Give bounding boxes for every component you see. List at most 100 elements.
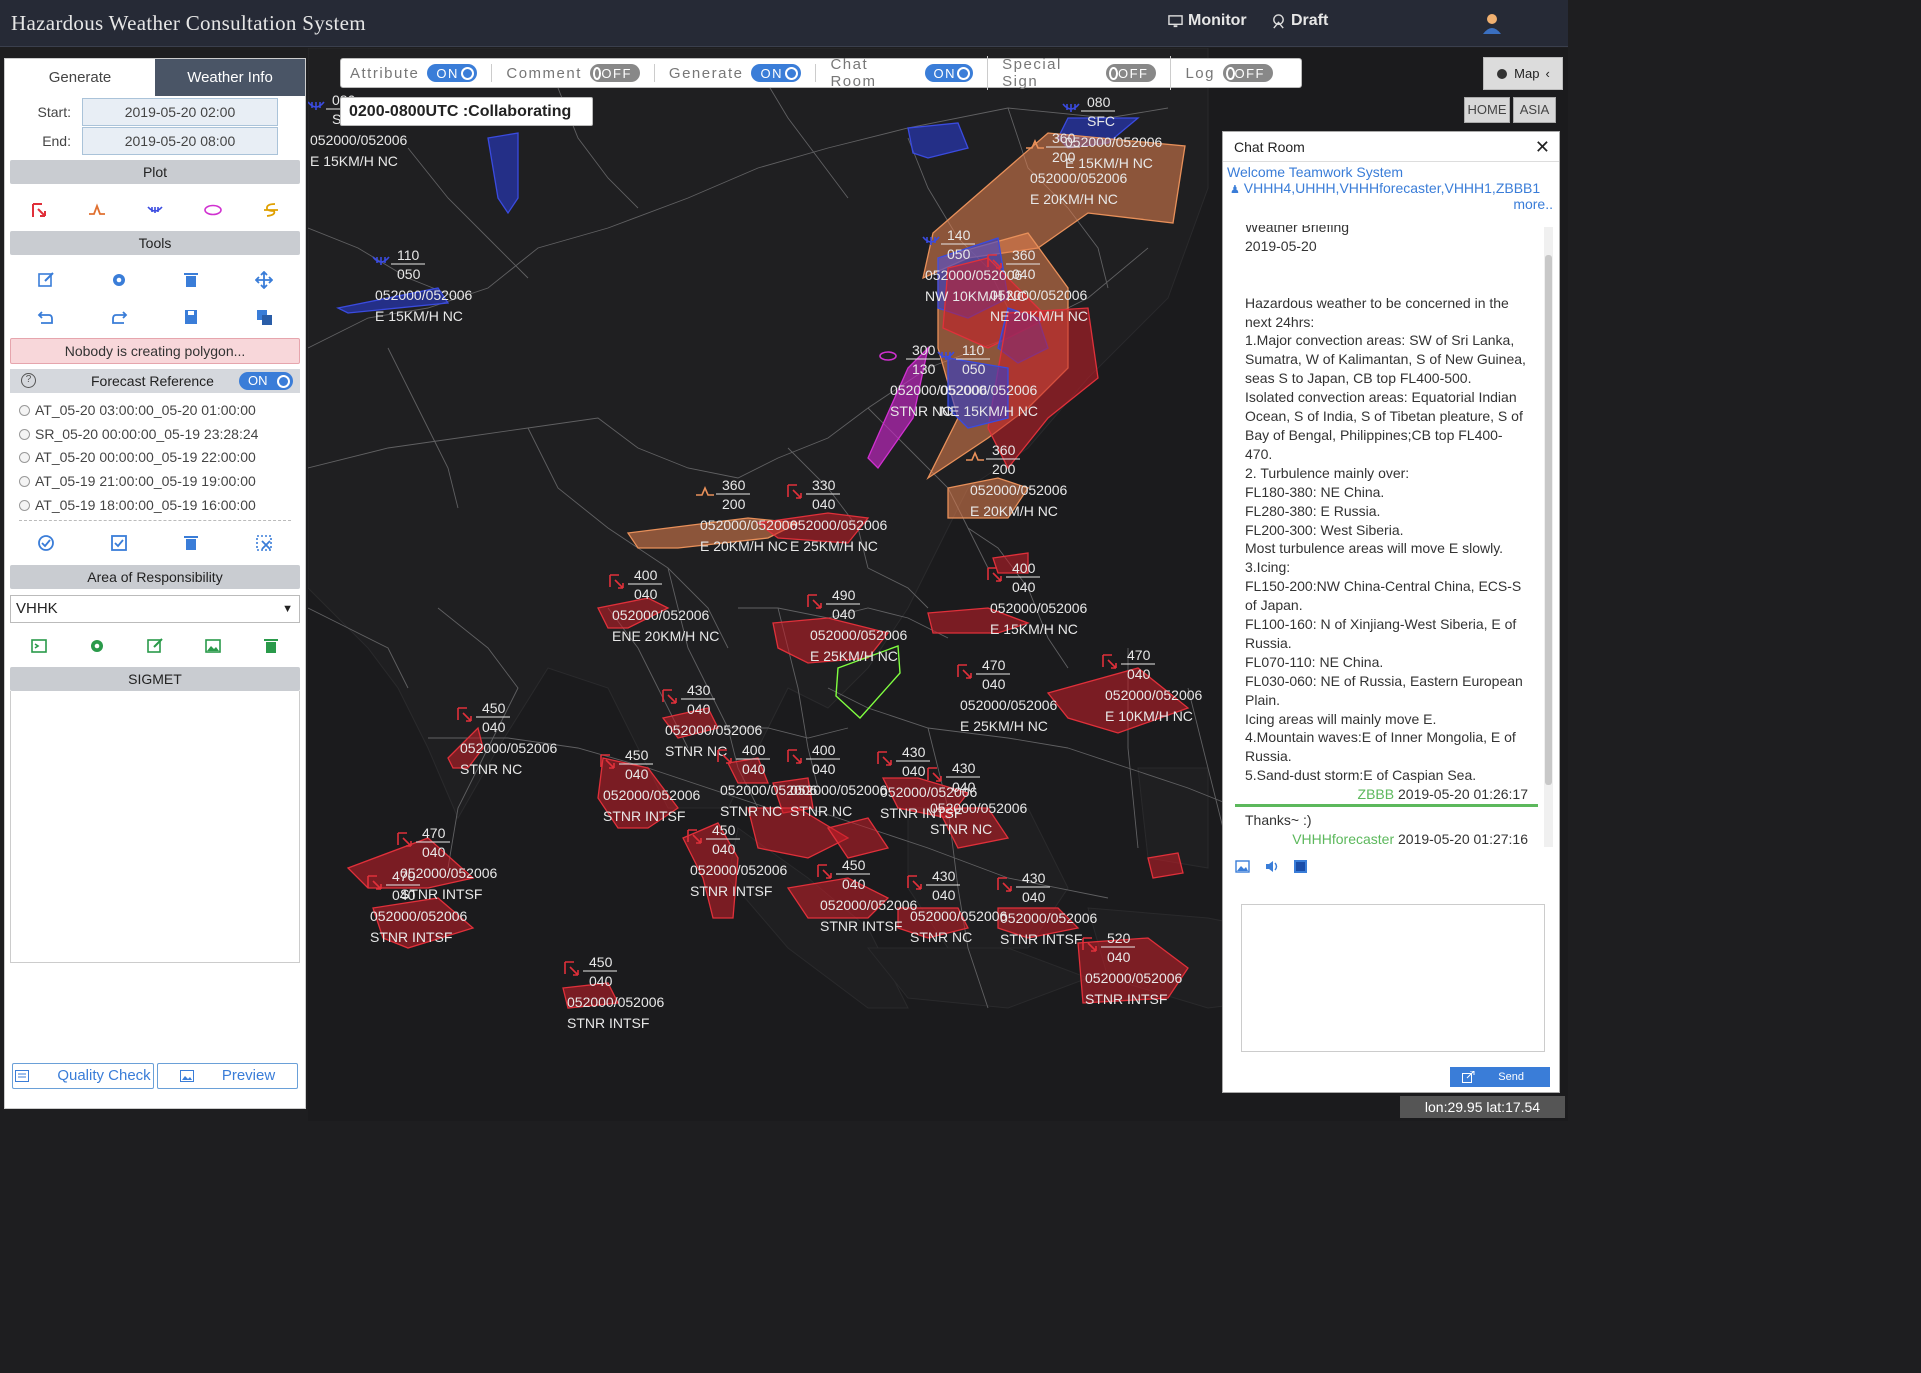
- label-top-level: 430: [952, 760, 976, 776]
- toolbar-toggle-label: ON: [933, 65, 957, 81]
- radio-icon[interactable]: [19, 404, 30, 416]
- forecast-reference-toggle[interactable]: ON: [239, 372, 293, 390]
- label-top-level: 450: [625, 747, 649, 763]
- chat-input[interactable]: [1241, 904, 1545, 1052]
- send-label: Send: [1498, 1071, 1524, 1083]
- preview-button[interactable]: Preview: [157, 1063, 298, 1089]
- select-all-icon[interactable]: [36, 533, 56, 553]
- message-user: VHHHforecaster: [1292, 831, 1395, 847]
- label-top-level: 470: [1127, 647, 1151, 663]
- convection-icon: [1102, 654, 1117, 669]
- label-validity: 052000/052006: [1030, 170, 1128, 186]
- label-movement: STNR NC: [790, 803, 852, 819]
- delete-icon[interactable]: [261, 636, 281, 656]
- image-icon[interactable]: [1235, 859, 1250, 874]
- toolbar-item-label: Attribute: [350, 64, 420, 82]
- delete-icon[interactable]: [181, 270, 201, 290]
- radio-icon[interactable]: [19, 428, 30, 440]
- edit-icon[interactable]: [145, 636, 165, 656]
- check-icon[interactable]: [109, 533, 129, 553]
- toolbar-item: Attribute ON: [350, 64, 493, 82]
- label-validity: 052000/052006: [375, 287, 473, 303]
- settings-icon[interactable]: [109, 270, 129, 290]
- list-icon: [15, 1070, 30, 1082]
- move-icon[interactable]: [254, 270, 274, 290]
- delete-icon[interactable]: [181, 533, 201, 553]
- label-base-level: 040: [812, 496, 836, 512]
- label-movement: STNR NC: [930, 821, 992, 837]
- label-movement: STNR NC: [720, 803, 782, 819]
- audio-icon[interactable]: [1264, 859, 1279, 874]
- toolbar-item-label: Generate: [668, 64, 744, 82]
- label-movement: STNR NC: [460, 761, 522, 777]
- asia-zoom-button[interactable]: ASIA: [1513, 97, 1556, 123]
- forecast-ref-item[interactable]: SR_05-20 00:00:00_05-19 23:28:24: [19, 426, 258, 442]
- mountain-wave-icon[interactable]: [203, 200, 223, 220]
- hazard-polygon[interactable]: [826, 817, 890, 859]
- more-users-link[interactable]: more..: [1223, 196, 1559, 212]
- forecast-ref-item[interactable]: AT_05-19 18:00:00_05-19 16:00:00: [19, 497, 256, 513]
- edit-icon[interactable]: [36, 270, 56, 290]
- hazard-polygon[interactable]: [1147, 852, 1184, 879]
- turbulence-icon[interactable]: [87, 200, 107, 220]
- toolbar-toggle[interactable]: OFF: [1223, 64, 1273, 82]
- forecast-ref-item[interactable]: AT_05-20 00:00:00_05-19 22:00:00: [19, 449, 256, 465]
- tab-weather-info[interactable]: Weather Info: [155, 59, 305, 96]
- map-layer-button[interactable]: Map ‹: [1483, 57, 1563, 90]
- label-top-level: 430: [687, 682, 711, 698]
- label-movement: E 10KM/H NC: [1105, 708, 1193, 724]
- toolbar-toggle[interactable]: OFF: [1106, 64, 1157, 82]
- aor-select[interactable]: VHHK ▼: [10, 595, 300, 623]
- settings-icon[interactable]: [87, 636, 107, 656]
- clear-icon[interactable]: [254, 533, 274, 553]
- toolbar-toggle[interactable]: OFF: [589, 64, 640, 82]
- toolbar-item-label: Chat Room: [830, 56, 877, 90]
- end-time-input[interactable]: 2019-05-20 08:00: [82, 127, 278, 155]
- label-top-level: 490: [832, 587, 856, 603]
- video-icon[interactable]: [1293, 859, 1308, 874]
- label-top-level: 450: [589, 954, 613, 970]
- undo-icon[interactable]: [36, 307, 56, 327]
- radio-icon[interactable]: [19, 451, 30, 463]
- icing-icon[interactable]: [145, 200, 165, 220]
- redo-icon[interactable]: [109, 307, 129, 327]
- label-top-level: 400: [634, 567, 658, 583]
- user-avatar-icon[interactable]: [1481, 12, 1503, 34]
- console-icon[interactable]: [29, 636, 49, 656]
- start-time-input[interactable]: 2019-05-20 02:00: [82, 98, 278, 126]
- help-icon[interactable]: ?: [21, 373, 36, 388]
- chat-message: Weather Briefing 2019-05-20 Hazardous we…: [1235, 225, 1538, 808]
- label-top-level: 360: [992, 442, 1016, 458]
- toolbar-toggle[interactable]: ON: [751, 64, 802, 82]
- forecast-ref-item[interactable]: AT_05-20 03:00:00_05-20 01:00:00: [19, 402, 256, 418]
- home-zoom-button[interactable]: HOME: [1464, 97, 1510, 123]
- label-base-level: 040: [812, 761, 836, 777]
- label-movement: STNR INTSF: [567, 1015, 649, 1031]
- copy-icon[interactable]: [254, 307, 274, 327]
- toolbar-toggle-label: OFF: [1234, 65, 1265, 81]
- monitor-nav[interactable]: Monitor: [1168, 12, 1247, 30]
- tab-generate[interactable]: Generate: [5, 59, 155, 96]
- save-icon[interactable]: [181, 307, 201, 327]
- send-button[interactable]: Send: [1450, 1067, 1550, 1087]
- forecast-ref-item[interactable]: AT_05-19 21:00:00_05-19 19:00:00: [19, 473, 256, 489]
- radio-icon[interactable]: [19, 475, 30, 487]
- image-icon[interactable]: [203, 636, 223, 656]
- radio-icon[interactable]: [19, 499, 30, 511]
- toolbar-toggle[interactable]: ON: [924, 64, 974, 82]
- quality-check-button[interactable]: Quality Check: [12, 1063, 154, 1089]
- label-validity: 052000/052006: [1000, 910, 1098, 926]
- close-icon[interactable]: ✕: [1535, 132, 1550, 162]
- label-base-level: 040: [1127, 666, 1151, 682]
- draft-nav[interactable]: Draft: [1271, 12, 1328, 30]
- convection-icon[interactable]: [29, 200, 49, 220]
- toolbar-toggle[interactable]: ON: [427, 64, 478, 82]
- chevron-left-icon: ‹: [1545, 66, 1550, 81]
- monitor-icon: [1168, 14, 1183, 27]
- forecast-ref-label: AT_05-20 00:00:00_05-19 22:00:00: [35, 449, 256, 465]
- label-base-level: 050: [947, 246, 971, 262]
- sigmet-map-label[interactable]: 470 040 052000/052006 E 25KM/H NC: [957, 657, 1058, 734]
- sand-dust-icon[interactable]: [261, 200, 281, 220]
- chat-scrollbar[interactable]: [1544, 227, 1553, 847]
- label-base-level: 050: [397, 266, 421, 282]
